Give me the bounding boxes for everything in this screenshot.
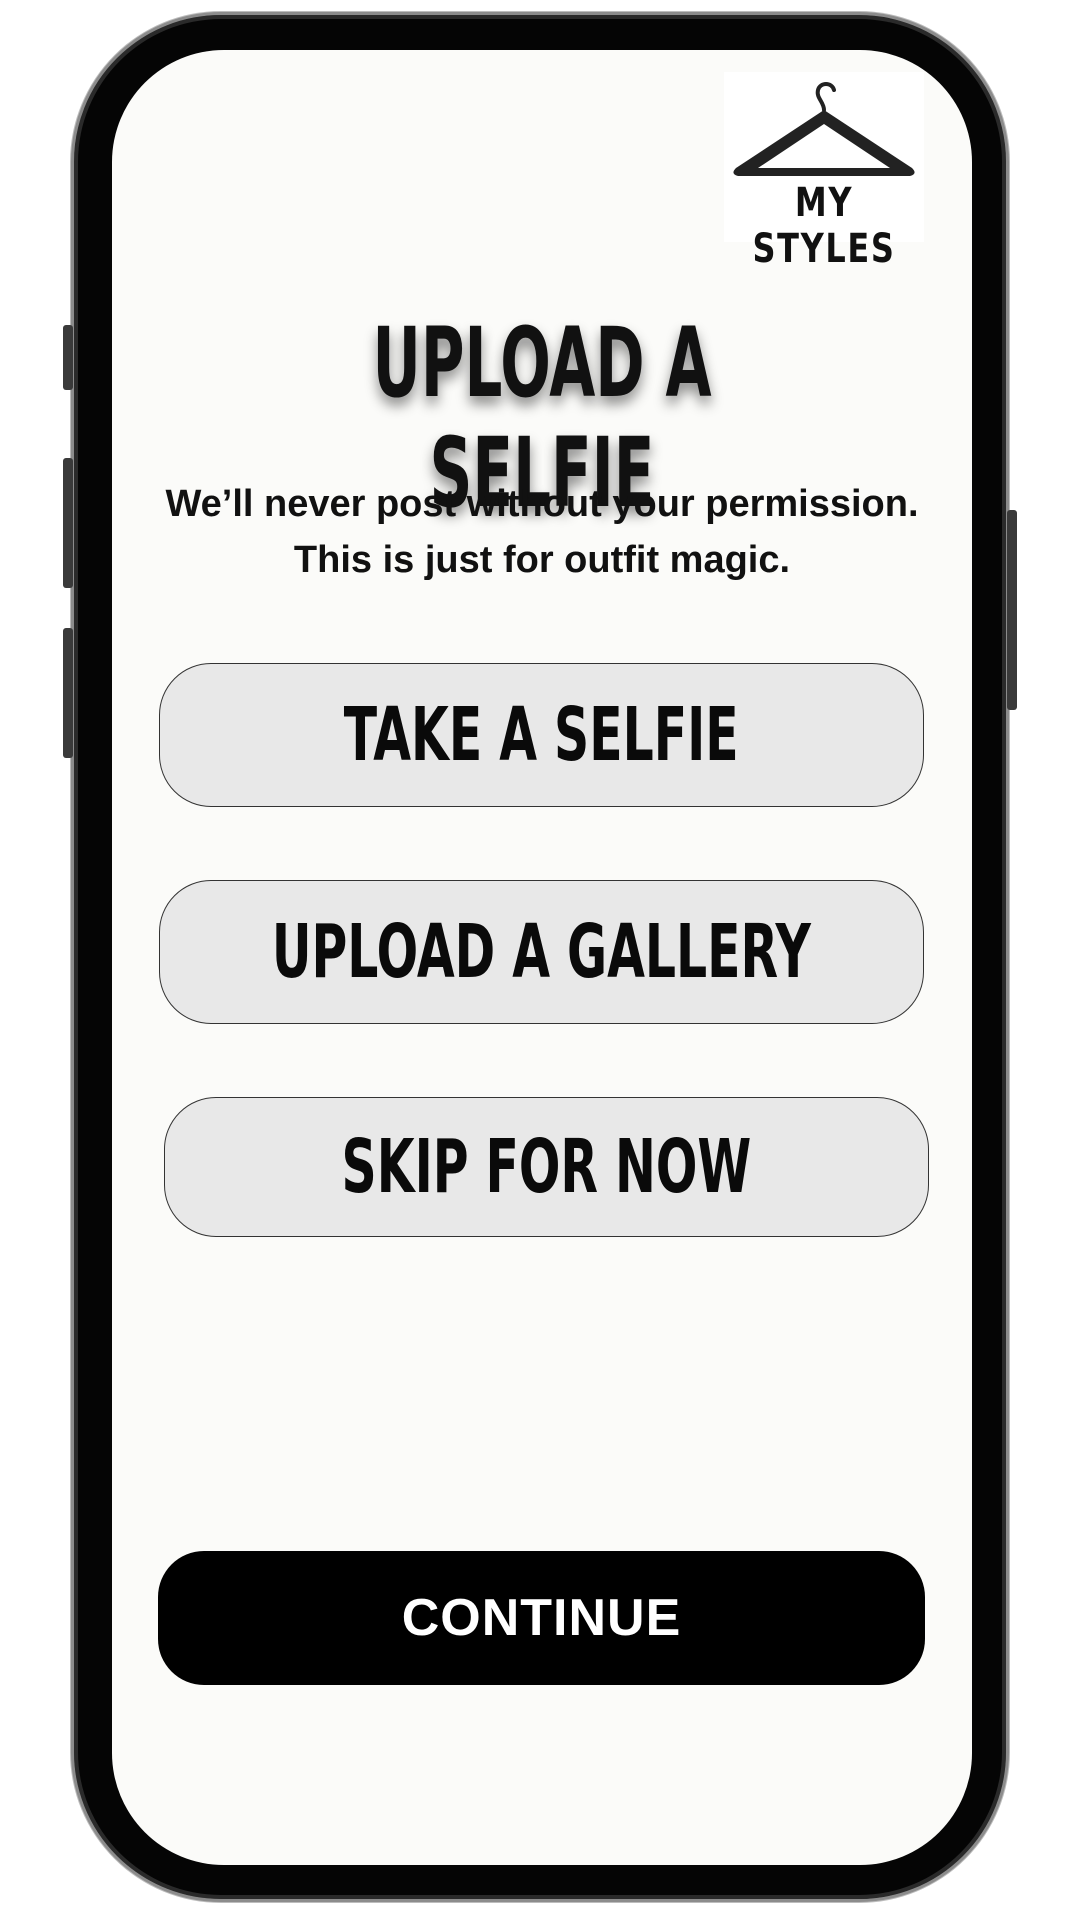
phone-volume-up-button — [63, 458, 73, 588]
take-selfie-button[interactable]: TAKE A SELFIE — [159, 663, 924, 807]
hanger-icon — [733, 82, 915, 176]
phone-volume-down-button — [63, 628, 73, 758]
brand-name: MY STYLES — [752, 180, 896, 272]
upload-gallery-button[interactable]: UPLOAD A GALLERY — [159, 880, 924, 1024]
skip-button[interactable]: SKIP FOR NOW — [164, 1097, 929, 1237]
skip-label: SKIP FOR NOW — [341, 1124, 752, 1210]
continue-label: CONTINUE — [401, 1589, 682, 1647]
brand-logo: MY STYLES — [724, 72, 924, 272]
subtitle-line-1: We’ll never post without your permission… — [165, 483, 919, 525]
upload-gallery-label: UPLOAD A GALLERY — [272, 909, 811, 995]
phone-power-button — [1007, 510, 1017, 710]
subtitle: We’ll never post without your permission… — [112, 476, 972, 588]
phone-action-button — [63, 325, 73, 390]
take-selfie-label: TAKE A SELFIE — [344, 692, 739, 778]
subtitle-line-2: This is just for outfit magic. — [293, 539, 791, 581]
continue-button[interactable]: CONTINUE — [158, 1551, 925, 1685]
screen: MY STYLES UPLOAD A SELFIE We’ll never po… — [112, 50, 972, 1865]
